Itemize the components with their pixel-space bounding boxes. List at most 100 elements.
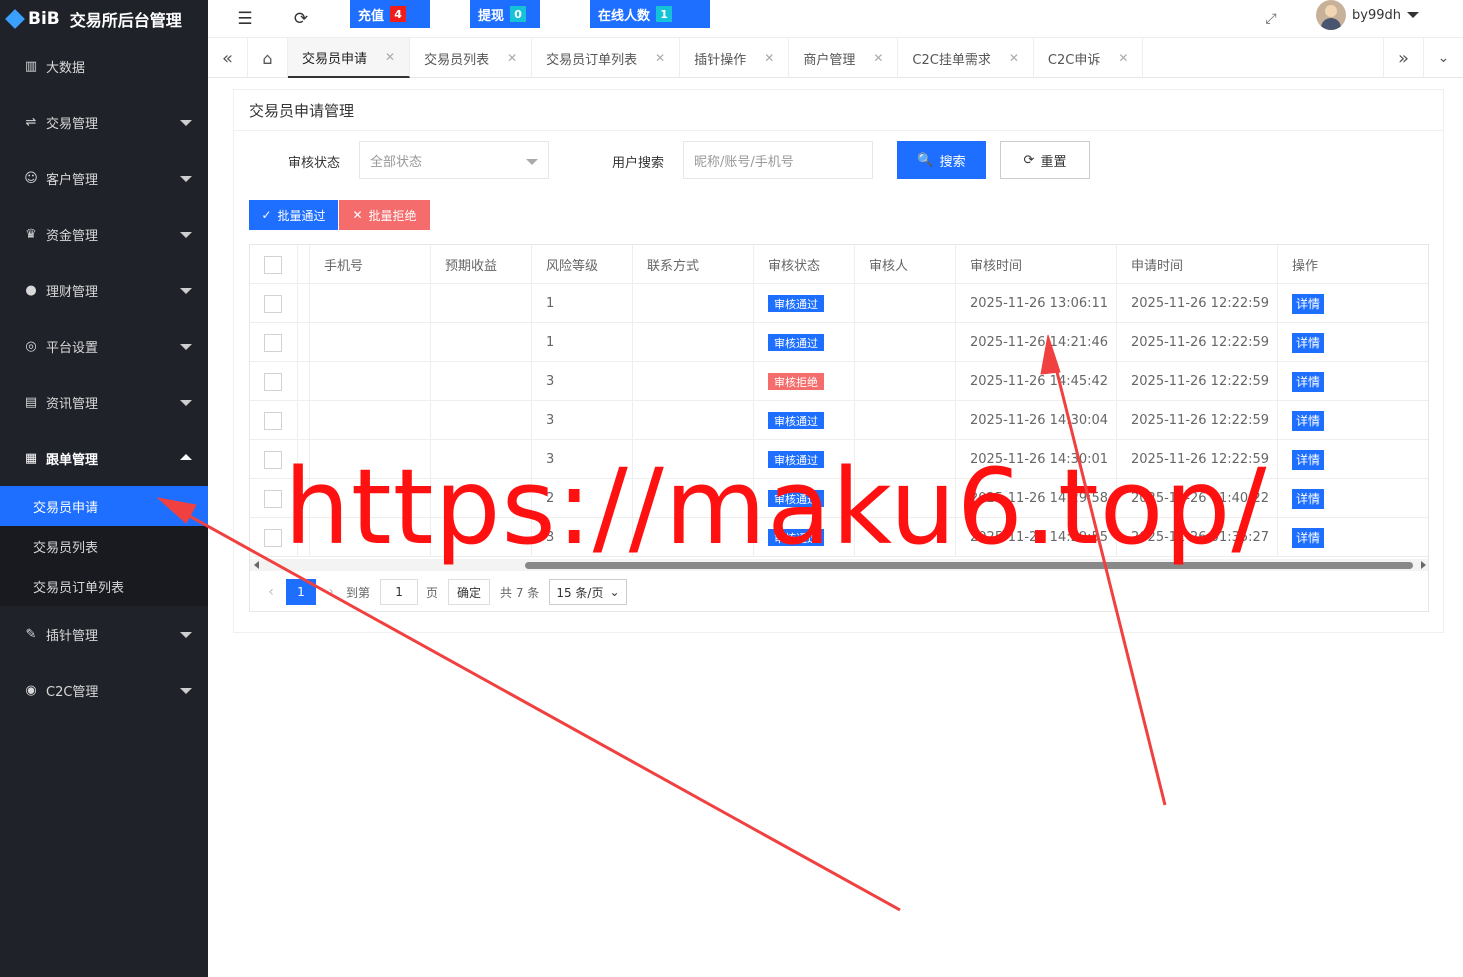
- row-checkbox[interactable]: [264, 411, 282, 430]
- user-menu[interactable]: by99dh: [1316, 0, 1419, 30]
- chevron-down-icon: [180, 344, 192, 350]
- batch-reject-button[interactable]: ✕ 批量拒绝: [339, 200, 430, 230]
- table-cell: [250, 362, 298, 401]
- username: by99dh: [1352, 7, 1401, 23]
- goto-confirm-button[interactable]: 确定: [448, 579, 491, 605]
- batch-pass-button[interactable]: ✓ 批量通过: [249, 200, 338, 230]
- header-label: 联系方式: [647, 259, 700, 274]
- sidebar-item-7[interactable]: ▦ 跟单管理: [0, 430, 208, 486]
- logo: BiB 交易所后台管理: [0, 0, 208, 38]
- sidebar-item-0[interactable]: ▥ 大数据: [0, 38, 208, 94]
- row-checkbox[interactable]: [264, 489, 282, 508]
- detail-button[interactable]: 详情: [1292, 371, 1325, 392]
- detail-button[interactable]: 详情: [1292, 410, 1325, 431]
- header-cell: 申请时间: [1117, 245, 1278, 284]
- row-checkbox[interactable]: [264, 450, 282, 469]
- scroll-right-icon[interactable]: [1421, 561, 1426, 569]
- header-cell: 审核时间: [956, 245, 1117, 284]
- sidebar-item-1[interactable]: ⇌ 交易管理: [0, 94, 208, 150]
- refresh-icon[interactable]: ⟳: [288, 6, 314, 32]
- tabs-scroll-left-icon[interactable]: «: [208, 38, 248, 78]
- tabs-scroll-right-icon[interactable]: »: [1383, 38, 1423, 78]
- home-tab-icon[interactable]: ⌂: [248, 38, 288, 78]
- sidebar-subitem-1[interactable]: 交易员列表: [0, 526, 208, 566]
- page-size-select[interactable]: 15 条/页 ⌄: [549, 579, 627, 605]
- tab-close-icon[interactable]: ✕: [385, 50, 395, 64]
- detail-button[interactable]: 详情: [1292, 527, 1325, 548]
- row-checkbox[interactable]: [264, 372, 282, 391]
- tab-close-icon[interactable]: ✕: [1118, 51, 1128, 65]
- scroll-left-icon[interactable]: [254, 561, 259, 569]
- table-cell: [310, 323, 431, 362]
- user-search-input[interactable]: 昵称/账号/手机号: [683, 141, 873, 179]
- row-checkbox[interactable]: [264, 333, 282, 352]
- sidebar-item-6[interactable]: ▤ 资讯管理: [0, 374, 208, 430]
- cell-apply_time: 2025-11-26 12:22:59: [1131, 413, 1270, 428]
- withdraw-button[interactable]: 提现 0: [470, 0, 540, 28]
- sidebar-item-3[interactable]: ♛ 资金管理: [0, 206, 208, 262]
- topbar: ☰ ⟳ 充值 4 提现 0 在线人数 1 ⤢ by99dh: [208, 0, 1463, 38]
- detail-button[interactable]: 详情: [1292, 293, 1325, 314]
- sidebar: BiB 交易所后台管理 ▥ 大数据 ⇌ 交易管理 ☺ 客户管理 ♛ 资金管理 ● 理财管理 ◎ 平台设…: [0, 0, 208, 977]
- row-checkbox[interactable]: [264, 294, 282, 313]
- prev-page-icon[interactable]: ‹: [256, 584, 286, 600]
- current-page[interactable]: 1: [286, 579, 316, 605]
- header-cell: [298, 245, 310, 284]
- reset-button[interactable]: ⟳ 重置: [1000, 141, 1090, 179]
- table-cell: [298, 284, 310, 323]
- cell-review_time: 2025-11-26 14:30:04: [970, 413, 1109, 428]
- tab-6[interactable]: C2C申诉 ✕: [1034, 38, 1144, 78]
- table-cell: 2025-11-26 12:22:59: [1117, 401, 1278, 440]
- tab-close-icon[interactable]: ✕: [764, 51, 774, 65]
- tab-0[interactable]: 交易员申请 ✕: [288, 38, 411, 78]
- tab-close-icon[interactable]: ✕: [1009, 51, 1019, 65]
- sidebar-item-9[interactable]: ◉ C2C管理: [0, 662, 208, 718]
- search-button[interactable]: 🔍 搜索: [897, 141, 986, 179]
- sidebar-item-2[interactable]: ☺ 客户管理: [0, 150, 208, 206]
- recharge-button[interactable]: 充值 4: [350, 0, 430, 28]
- table-cell: 2025-11-26 13:06:11: [956, 284, 1117, 323]
- header-cell: 风险等级: [532, 245, 633, 284]
- table-cell: 3: [532, 401, 633, 440]
- tab-1[interactable]: 交易员列表 ✕: [410, 38, 533, 78]
- sidebar-item-label: 资讯管理: [46, 396, 99, 412]
- goto-page-input[interactable]: 1: [380, 579, 419, 605]
- table-cell: 2025-11-26 12:22:59: [1117, 362, 1278, 401]
- table-cell: [310, 401, 431, 440]
- status-select[interactable]: 全部状态: [359, 141, 549, 179]
- tab-5[interactable]: C2C挂单需求 ✕: [898, 38, 1034, 78]
- select-all-checkbox[interactable]: [264, 255, 282, 274]
- detail-button[interactable]: 详情: [1292, 488, 1325, 509]
- tab-close-icon[interactable]: ✕: [655, 51, 665, 65]
- detail-button[interactable]: 详情: [1292, 449, 1325, 470]
- sidebar-item-5[interactable]: ◎ 平台设置: [0, 318, 208, 374]
- tab-label: 交易员列表: [424, 52, 490, 68]
- tab-3[interactable]: 插针操作 ✕: [680, 38, 790, 78]
- table-cell: [633, 401, 754, 440]
- sidebar-item-4[interactable]: ● 理财管理: [0, 262, 208, 318]
- sidebar-item-label: 插针管理: [46, 628, 99, 644]
- tab-label: C2C挂单需求: [912, 52, 991, 68]
- detail-button[interactable]: 详情: [1292, 332, 1325, 353]
- table-cell: [250, 284, 298, 323]
- sidebar-item-label: 交易管理: [46, 116, 99, 132]
- tabs-menu-chevron-icon[interactable]: ⌄: [1423, 38, 1463, 78]
- pin-icon: ✎: [25, 626, 37, 642]
- sidebar-item-8[interactable]: ✎ 插针管理: [0, 606, 208, 662]
- tab-close-icon[interactable]: ✕: [873, 51, 883, 65]
- online-users-button[interactable]: 在线人数 1: [590, 0, 710, 28]
- next-page-icon[interactable]: ›: [316, 584, 346, 600]
- tab-close-icon[interactable]: ✕: [507, 51, 517, 65]
- sidebar-subitem-2[interactable]: 交易员订单列表: [0, 566, 208, 606]
- chevron-down-icon: ⌄: [609, 585, 620, 599]
- row-checkbox[interactable]: [264, 528, 282, 547]
- fullscreen-icon[interactable]: ⤢: [1258, 6, 1284, 32]
- menu-toggle-icon[interactable]: ☰: [232, 6, 258, 32]
- header-cell: 手机号: [310, 245, 431, 284]
- recharge-count: 4: [390, 6, 407, 22]
- tab-4[interactable]: 商户管理 ✕: [789, 38, 899, 78]
- sidebar-subitem-0[interactable]: 交易员申请: [0, 486, 208, 526]
- chevron-down-icon: [180, 120, 192, 126]
- table-cell: 2025-11-26 14:30:04: [956, 401, 1117, 440]
- tab-2[interactable]: 交易员订单列表 ✕: [532, 38, 681, 78]
